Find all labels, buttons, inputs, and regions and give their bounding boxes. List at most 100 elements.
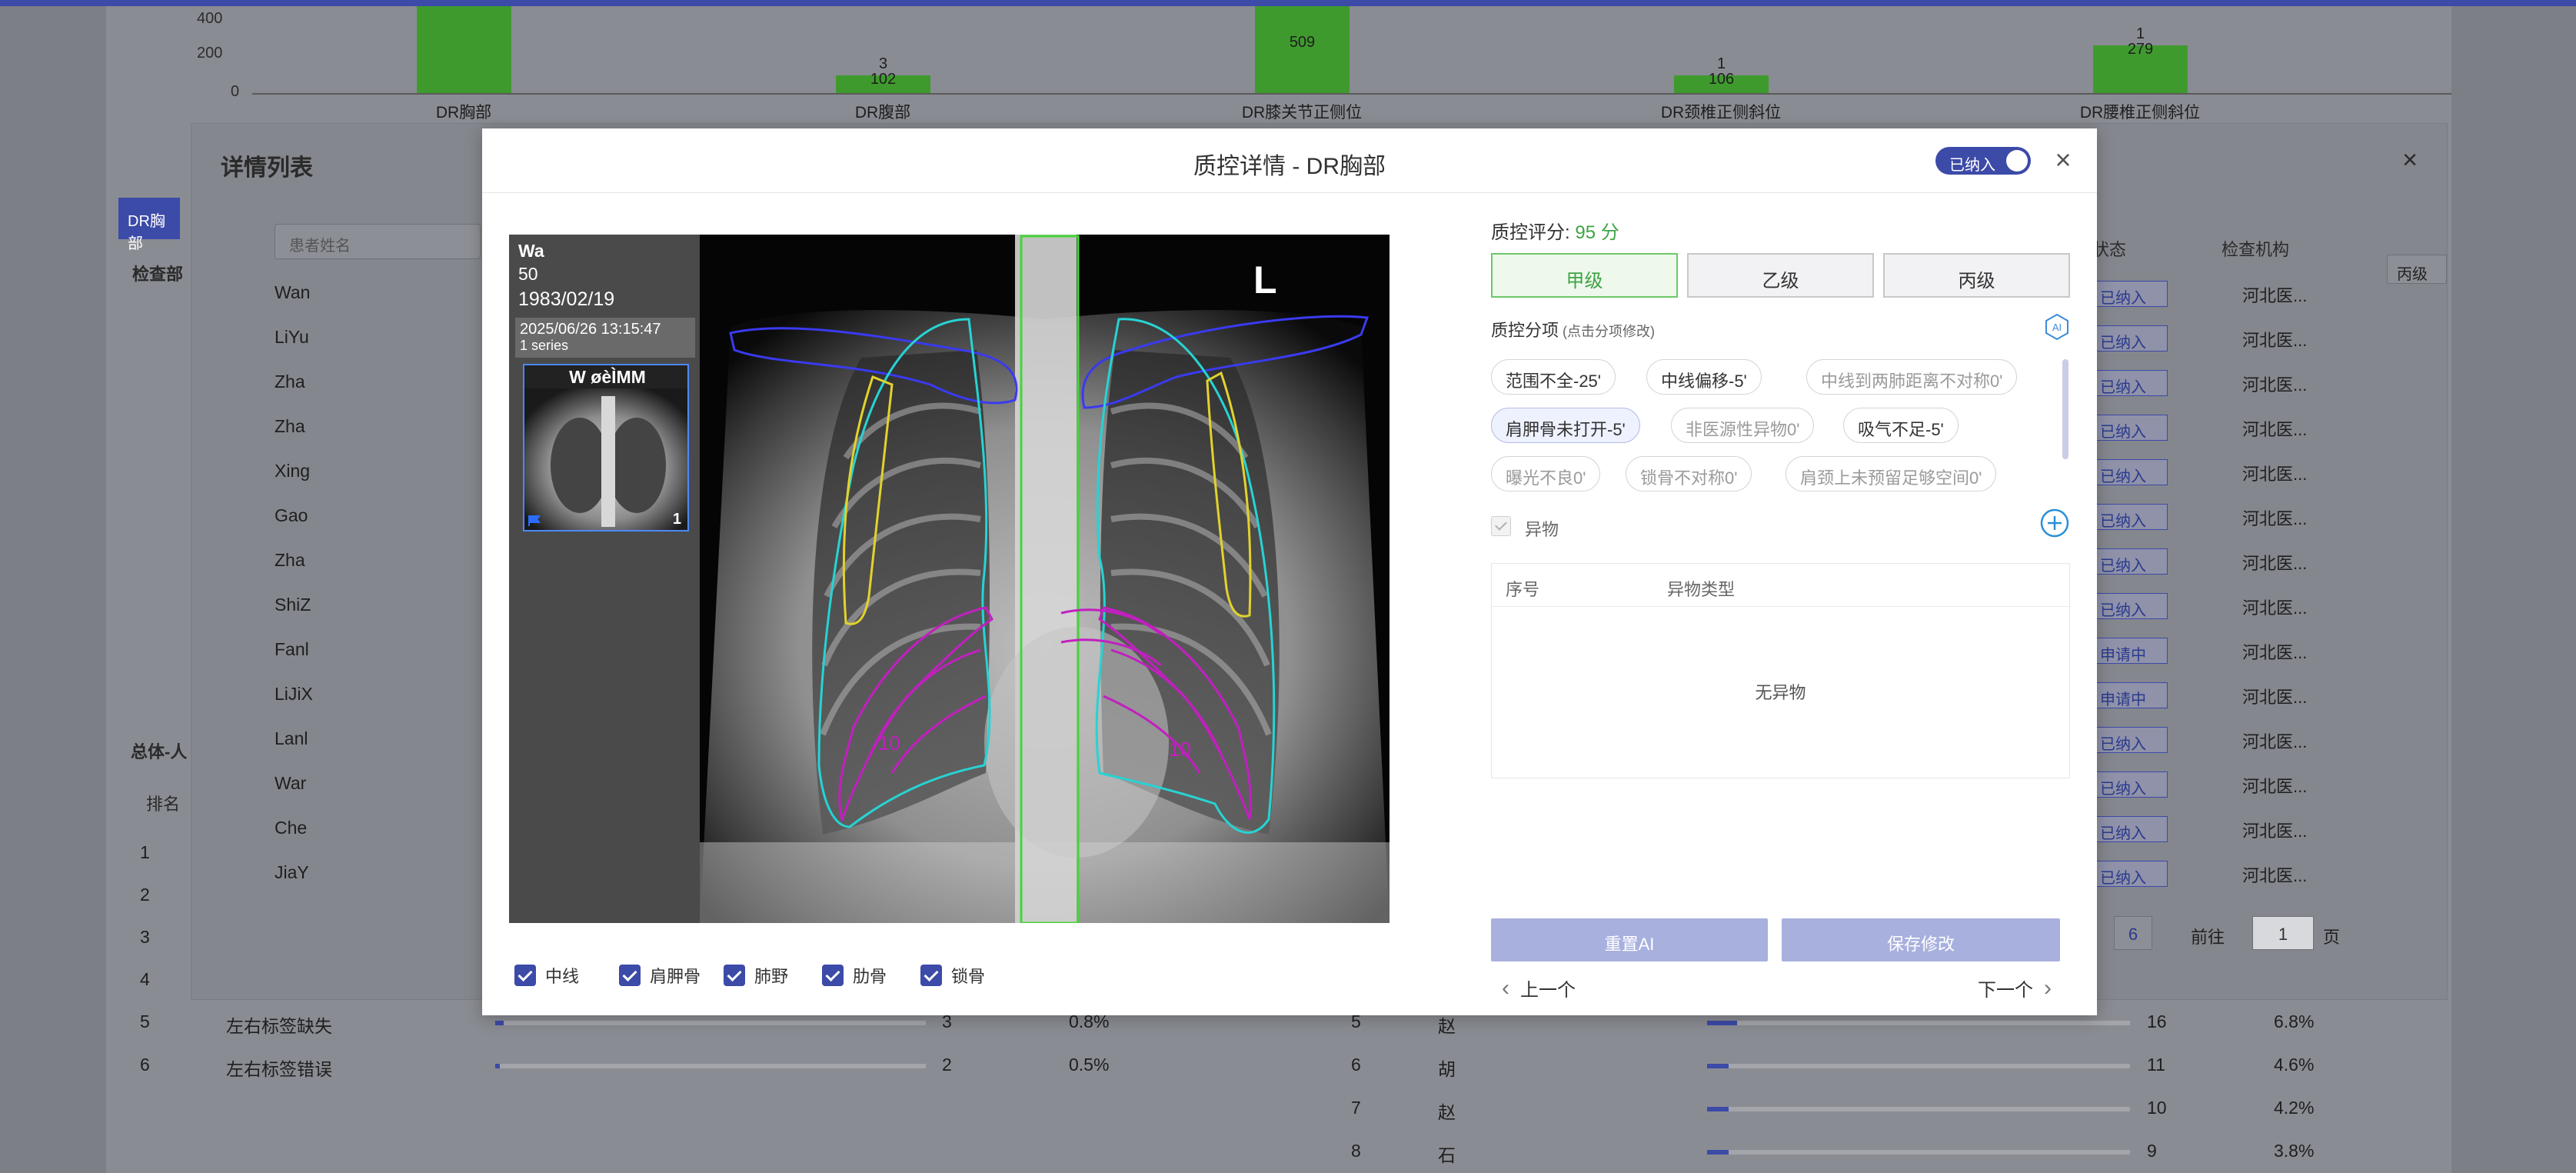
chest-xray-image[interactable]: 10 10	[700, 235, 1390, 923]
rank-column-header: 排名	[146, 795, 181, 814]
checkbox-checked-icon[interactable]	[619, 965, 641, 986]
patient-age: 50	[518, 264, 538, 284]
qc-subitem-tag[interactable]: 吸气不足-5'	[1843, 408, 1959, 443]
thumbnail-image-count: 1	[672, 511, 681, 528]
overlay-toggle-label: 肩胛骨	[650, 967, 701, 986]
detail-list-tab[interactable]: DR胸部	[118, 198, 180, 252]
qc-subitems-title: 质控分项 (点击分项修改)	[1491, 317, 1655, 342]
grade-button-0[interactable]: 甲级	[1491, 253, 1678, 298]
patient-name-item[interactable]: Gao	[275, 493, 505, 538]
inclusion-status-badge: 已纳入	[2095, 504, 2168, 530]
tags-scrollbar-thumb[interactable]	[2062, 359, 2068, 459]
grade-selector: 甲级 乙级 丙级	[1491, 253, 2070, 298]
overlay-toggle-3[interactable]: 肋骨	[822, 963, 887, 988]
laterality-marker: L	[1253, 258, 1277, 302]
reset-ai-button[interactable]: 重置AI	[1491, 918, 1768, 961]
rib-label-right: 10	[1169, 738, 1191, 761]
qc-subitem-tag[interactable]: 曝光不良0'	[1491, 456, 1601, 492]
bg-bar-value-2: 509	[1289, 34, 1316, 51]
patient-name-item[interactable]: Che	[275, 805, 505, 850]
qc-subitem-tag[interactable]: 锁骨不对称0'	[1626, 456, 1752, 492]
patient-name-item[interactable]: Wan	[275, 270, 505, 315]
chevron-left-icon: ‹	[1502, 975, 1509, 1001]
inclusion-status-badge: 申请中	[2095, 638, 2168, 664]
checkbox-checked-icon[interactable]	[822, 965, 844, 986]
issue-count: 2	[942, 1055, 952, 1075]
qc-subitem-tag[interactable]: 中线到两肺距离不对称0'	[1806, 359, 2018, 395]
foreign-object-label: 异物	[1525, 520, 1559, 539]
overlay-toggle-1[interactable]: 肩胛骨	[619, 963, 701, 988]
patient-name-item[interactable]: JiaY	[275, 850, 505, 895]
patient-name-item[interactable]: LiYu	[275, 315, 505, 359]
org-cell: 河北医...	[2242, 465, 2308, 484]
modal-close-button[interactable]: ×	[2048, 144, 2078, 176]
checkbox-checked-icon[interactable]	[920, 965, 942, 986]
include-toggle[interactable]: 已纳入	[1935, 147, 2031, 175]
issue-progress	[495, 1064, 926, 1068]
bg-bar-0	[417, 6, 511, 93]
patient-search-input[interactable]: 患者姓名	[275, 224, 481, 259]
patient-name-item[interactable]: Fanl	[275, 627, 505, 671]
rank-number: 6	[140, 1055, 150, 1075]
svg-text:AI: AI	[2052, 322, 2062, 333]
previous-button[interactable]: ‹ 上一个	[1491, 975, 1576, 1001]
doctor-name: 赵	[1438, 1016, 1456, 1036]
overlay-toggle-4[interactable]: 锁骨	[920, 963, 985, 988]
save-changes-button[interactable]: 保存修改	[1782, 918, 2060, 961]
detail-list-close-button[interactable]: ×	[2402, 145, 2418, 175]
doctor-percent: 4.6%	[2274, 1055, 2315, 1075]
patient-name-item[interactable]: LiJiX	[275, 671, 505, 716]
include-toggle-label: 已纳入	[1949, 157, 1995, 174]
ai-hexagon-icon[interactable]: AI	[2043, 313, 2071, 341]
patient-name-item[interactable]: Zha	[275, 538, 505, 582]
previous-label: 上一个	[1520, 980, 1576, 1001]
chevron-right-icon: ›	[2044, 975, 2052, 1001]
patient-name-item[interactable]: Lanl	[275, 716, 505, 761]
detail-list-title: 详情列表	[221, 155, 313, 181]
qc-subitem-tag[interactable]: 非医源性异物0'	[1671, 408, 1815, 443]
patient-name-item[interactable]: Zha	[275, 404, 505, 448]
overlay-toggle-2[interactable]: 肺野	[724, 963, 788, 988]
doctor-progress	[1707, 1150, 2130, 1155]
grade-button-1[interactable]: 乙级	[1687, 253, 1874, 298]
series-thumbnail[interactable]: W øèÌMM 1	[523, 364, 689, 532]
foreign-object-checkbox[interactable]	[1491, 516, 1511, 536]
rank-number: 4	[140, 969, 150, 989]
grade-button-2[interactable]: 丙级	[1883, 253, 2070, 298]
qc-subitem-tag[interactable]: 范围不全-25'	[1491, 359, 1616, 395]
add-circle-icon[interactable]	[2039, 508, 2070, 538]
goto-page-input[interactable]: 1	[2252, 916, 2314, 950]
issue-percent: 0.5%	[1069, 1055, 1110, 1075]
patient-name-item[interactable]: War	[275, 761, 505, 805]
xray-viewer[interactable]: Wa 50 1983/02/19 2025/06/26 13:15:47 1 s…	[509, 235, 1390, 923]
org-cell: 河北医...	[2242, 286, 2308, 305]
toggle-knob	[2006, 150, 2028, 172]
tags-scrollbar[interactable]	[2062, 359, 2068, 459]
inclusion-status-badge: 已纳入	[2095, 816, 2168, 842]
bg-bar-value-4: 279	[2127, 41, 2154, 58]
patient-name-item[interactable]: ShiZ	[275, 582, 505, 627]
patient-name-item[interactable]: Zha	[275, 359, 505, 404]
next-button[interactable]: 下一个 ›	[1978, 975, 2062, 1001]
overlay-toggle-0[interactable]: 中线	[514, 963, 579, 988]
rank-number: 2	[140, 885, 150, 905]
qc-subitem-tag[interactable]: 中线偏移-5'	[1646, 359, 1762, 395]
rib-label-left: 10	[878, 731, 900, 755]
page-number-6[interactable]: 6	[2114, 916, 2152, 950]
qc-subitem-tag[interactable]: 肩胛骨未打开-5'	[1491, 408, 1640, 443]
org-cell: 河北医...	[2242, 732, 2308, 751]
checkbox-checked-icon[interactable]	[514, 965, 536, 986]
qc-subitem-tags: 范围不全-25' 中线偏移-5' 中线到两肺距离不对称0' 肩胛骨未打开-5' 非医源性…	[1491, 359, 2052, 502]
checkbox-checked-icon[interactable]	[724, 965, 745, 986]
org-cell: 河北医...	[2242, 420, 2308, 439]
col-type-header: 异物类型	[1667, 580, 1736, 599]
inclusion-status-badge: 申请中	[2095, 682, 2168, 708]
inclusion-status-badge: 已纳入	[2095, 861, 2168, 887]
patient-name-item[interactable]: Xing	[275, 448, 505, 493]
grade-filter-button[interactable]: 丙级	[2387, 255, 2447, 284]
inclusion-status-badge: 已纳入	[2095, 370, 2168, 396]
qc-subitem-tag[interactable]: 肩颈上未预留足够空间0'	[1786, 456, 1997, 492]
rank-number: 3	[140, 927, 150, 947]
doctor-progress-fill	[1707, 1107, 1729, 1111]
inclusion-status-badge: 已纳入	[2095, 593, 2168, 619]
